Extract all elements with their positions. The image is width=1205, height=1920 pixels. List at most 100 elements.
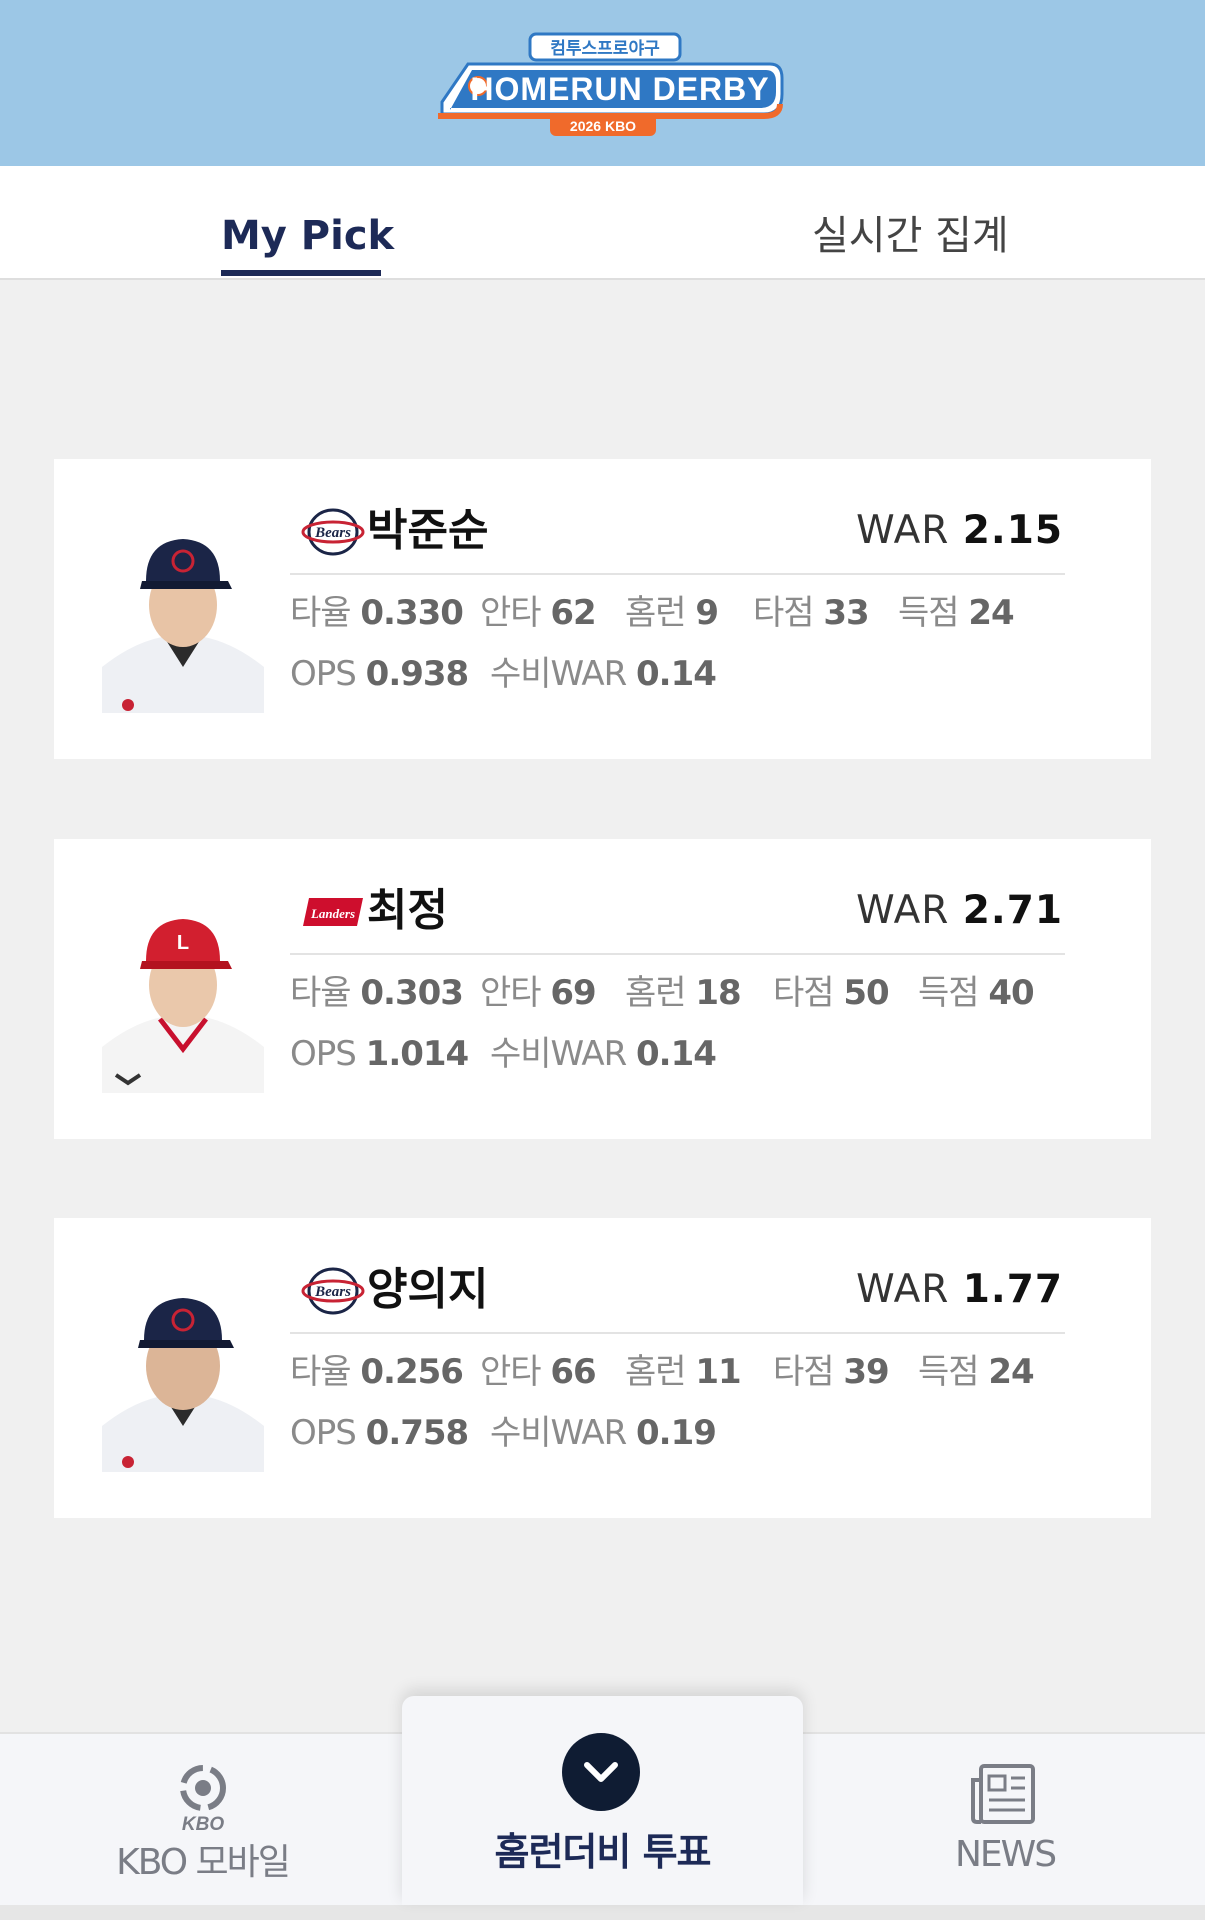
war-label: WAR	[856, 1267, 950, 1312]
war-number: 2.71	[962, 888, 1063, 933]
stat-hits: 안타 62	[480, 589, 597, 637]
stat-defense-war: 수비WAR 0.19	[490, 1409, 717, 1457]
homerun-derby-logo: 컴투스프로야구 HOMERUN DERBY 2026 KBO	[438, 32, 784, 136]
stat-value: 0.256	[360, 1352, 464, 1392]
player-card[interactable]: Bears 양의지 WAR 1.77 타율 0.256 안타 66 홈런 11 …	[54, 1218, 1151, 1518]
nav-kbo-label: KBO 모바일	[116, 1842, 291, 1883]
newspaper-icon	[971, 1764, 1035, 1824]
war-value: WAR 2.15	[856, 503, 1063, 559]
player-name: 최정	[367, 885, 448, 936]
stats-row-2: OPS 1.014 수비WAR 0.14	[290, 1030, 1090, 1078]
stat-ops: OPS 0.758	[290, 1409, 470, 1457]
stat-ops: OPS 1.014	[290, 1030, 470, 1078]
player-name: 박준순	[367, 505, 489, 556]
team-logo-text: Bears	[314, 1284, 351, 1300]
stat-value: 1.014	[365, 1034, 470, 1074]
stat-value: 0.938	[365, 654, 470, 694]
stat-label: OPS	[290, 1413, 357, 1453]
stat-value: 11	[695, 1352, 741, 1392]
kbo-logo-text: KBO	[181, 1814, 223, 1834]
tab-my-pick[interactable]: My Pick	[221, 210, 394, 262]
stat-label: 수비WAR	[490, 1413, 627, 1453]
stat-runs: 득점 24	[918, 1348, 1035, 1396]
war-number: 1.77	[962, 1267, 1063, 1312]
stat-rbi: 타점 33	[753, 589, 870, 637]
player-photo	[102, 1298, 264, 1472]
stat-label: 타점	[773, 973, 835, 1013]
team-logo-text: Landers	[310, 906, 355, 921]
stat-value: 18	[695, 973, 741, 1013]
stat-value: 66	[550, 1352, 596, 1392]
nav-news[interactable]: NEWS	[930, 1762, 1080, 1880]
stat-value: 33	[823, 593, 869, 633]
stat-label: 수비WAR	[490, 654, 627, 694]
stat-label: 득점	[918, 973, 980, 1013]
stat-value: 0.14	[636, 1034, 717, 1074]
player-photo: L	[102, 919, 264, 1093]
active-tab-indicator	[221, 270, 381, 276]
stat-value: 0.758	[365, 1413, 470, 1453]
war-label: WAR	[856, 888, 950, 933]
stat-value: 24	[988, 1352, 1034, 1392]
stat-avg: 타율 0.330	[290, 589, 464, 637]
stat-hits: 안타 69	[480, 969, 597, 1017]
card-divider	[290, 953, 1065, 955]
logo-sub-text: 2026 KBO	[570, 118, 636, 134]
chevron-down-icon[interactable]	[562, 1733, 640, 1811]
kbo-logo-icon: KBO	[179, 1765, 226, 1835]
stat-rbi: 타점 39	[773, 1348, 890, 1396]
stat-value: 0.330	[360, 593, 464, 633]
bears-logo-icon: Bears	[301, 1267, 365, 1315]
stats-row-2: OPS 0.758 수비WAR 0.19	[290, 1409, 1090, 1457]
player-card[interactable]: Bears 박준순 WAR 2.15 타율 0.330 안타 62 홈런 9 타…	[54, 459, 1151, 759]
stat-hits: 안타 66	[480, 1348, 597, 1396]
stat-avg: 타율 0.256	[290, 1348, 464, 1396]
stat-rbi: 타점 50	[773, 969, 890, 1017]
nav-vote-label: 홈런더비 투표	[494, 1830, 712, 1874]
stat-label: 득점	[918, 1352, 980, 1392]
vote-nav-panel[interactable]: 홈런더비 투표	[402, 1696, 803, 1905]
stat-value: 69	[550, 973, 596, 1013]
stats-row-1: 타율 0.303 안타 69 홈런 18 타점 50 득점 40	[290, 969, 1090, 1017]
stat-label: 타점	[773, 1352, 835, 1392]
svg-text:L: L	[177, 932, 189, 954]
stat-value: 0.303	[360, 973, 464, 1013]
stat-value: 0.19	[636, 1413, 717, 1453]
stat-label: OPS	[290, 1034, 357, 1074]
stat-value: 50	[843, 973, 889, 1013]
stat-value: 24	[968, 593, 1014, 633]
war-value: WAR 1.77	[856, 1262, 1063, 1318]
stat-label: 안타	[480, 1352, 542, 1392]
logo-top-text: 컴투스프로야구	[550, 38, 660, 58]
stats-row-2: OPS 0.938 수비WAR 0.14	[290, 650, 1090, 698]
stat-value: 62	[550, 593, 596, 633]
bottom-safe-area	[0, 1905, 1205, 1920]
team-logo-text: Bears	[314, 525, 351, 541]
stat-label: 안타	[480, 593, 542, 633]
stat-value: 9	[695, 593, 719, 633]
player-photo	[102, 539, 264, 713]
card-divider	[290, 573, 1065, 575]
logo-main-text: HOMERUN DERBY	[470, 71, 769, 107]
stat-homeruns: 홈런 18	[625, 969, 742, 1017]
stat-label: 홈런	[625, 1352, 687, 1392]
stat-label: 타율	[290, 1352, 352, 1392]
player-card[interactable]: L Landers 최정 WAR 2.71 타율 0.303 안타 69 홈런 …	[54, 839, 1151, 1139]
nav-kbo-mobile[interactable]: KBO KBO 모바일	[100, 1762, 305, 1888]
stat-label: 안타	[480, 973, 542, 1013]
stat-homeruns: 홈런 11	[625, 1348, 742, 1396]
stat-label: OPS	[290, 654, 357, 694]
stat-value: 40	[988, 973, 1034, 1013]
stat-label: 타율	[290, 593, 352, 633]
stat-value: 39	[843, 1352, 889, 1392]
stat-runs: 득점 40	[918, 969, 1035, 1017]
war-number: 2.15	[962, 508, 1063, 553]
tab-live-count[interactable]: 실시간 집계	[812, 210, 1009, 262]
card-divider	[290, 1332, 1065, 1334]
war-value: WAR 2.71	[856, 883, 1063, 939]
stat-ops: OPS 0.938	[290, 650, 470, 698]
stat-label: 타점	[753, 593, 815, 633]
stat-label: 득점	[898, 593, 960, 633]
stat-runs: 득점 24	[898, 589, 1015, 637]
tab-bar: My Pick 실시간 집계	[0, 166, 1205, 280]
